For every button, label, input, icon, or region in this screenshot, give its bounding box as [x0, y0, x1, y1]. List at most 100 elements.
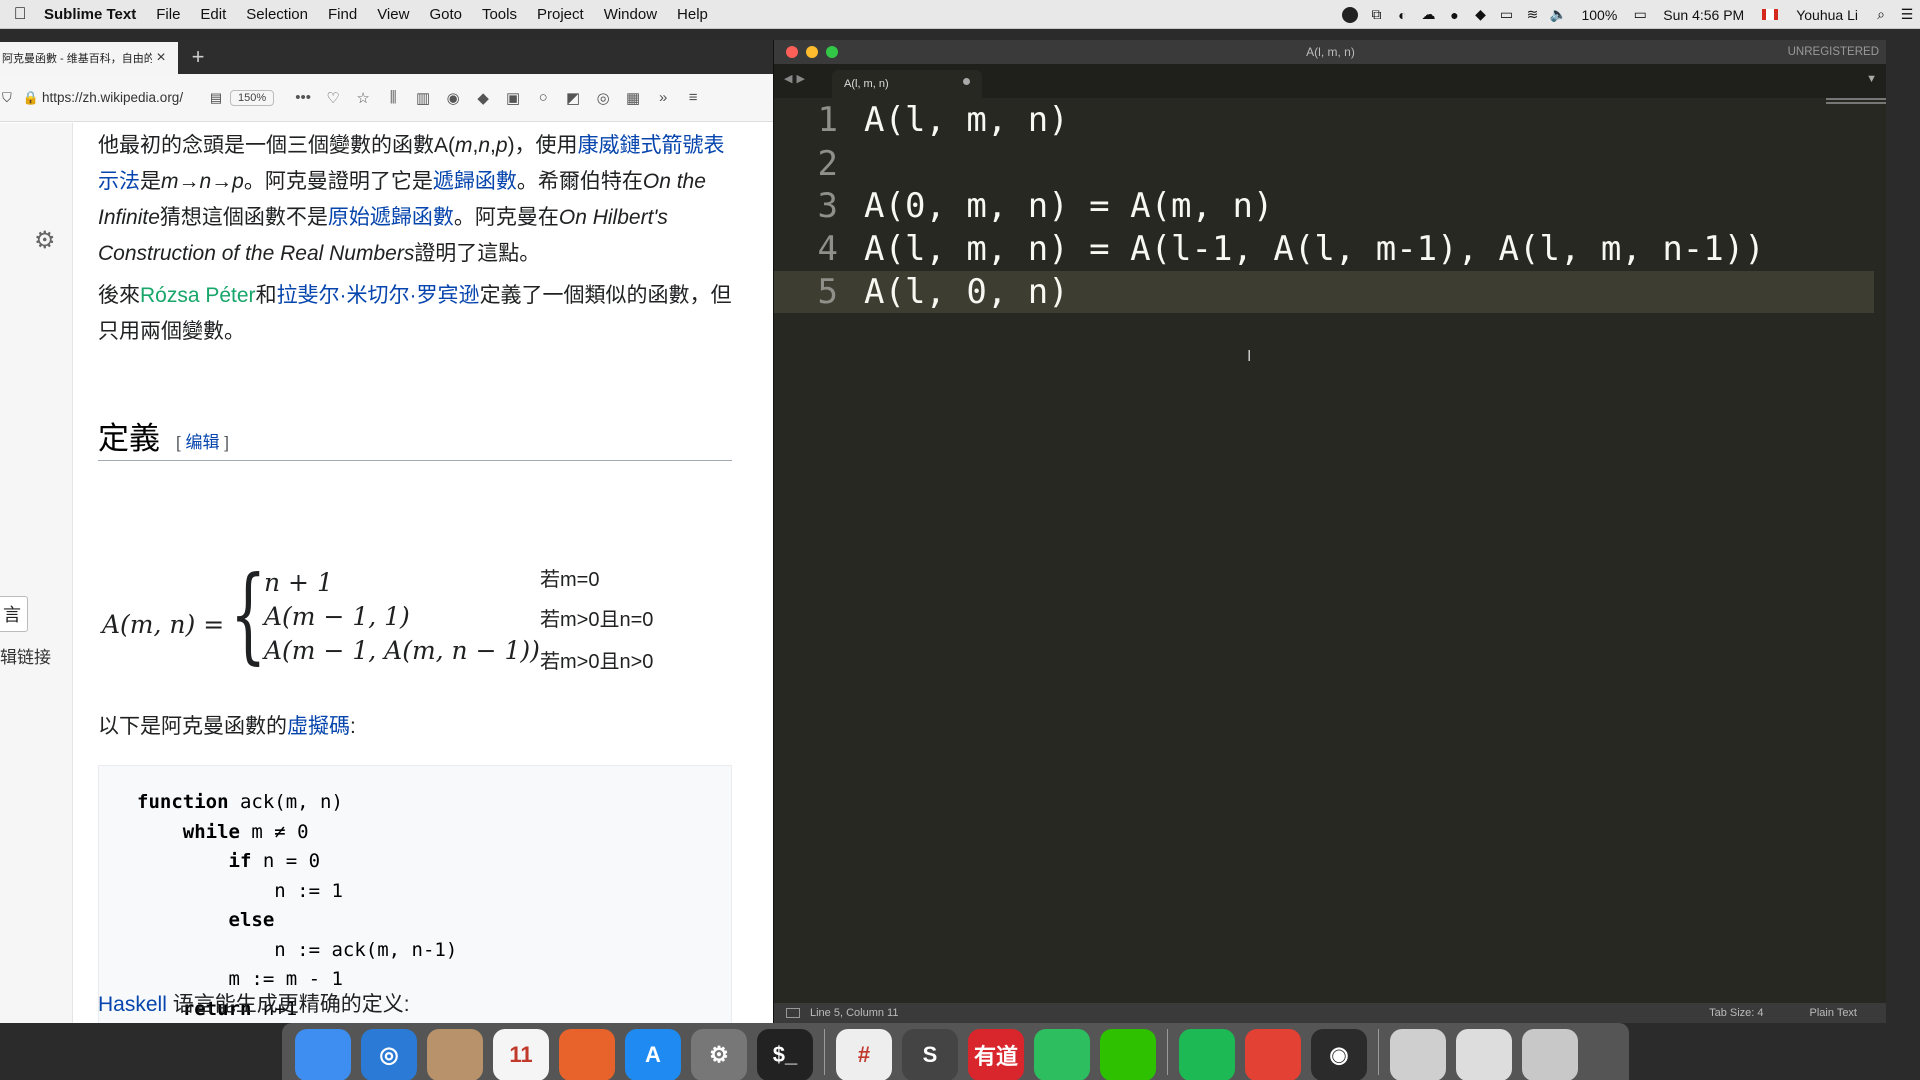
lock-icon[interactable]: 🔒 [20, 90, 42, 106]
new-tab-icon[interactable]: + [186, 44, 210, 70]
cloud-status-icon[interactable]: ☁ [1415, 0, 1441, 29]
library-icon[interactable]: ⫼ [378, 89, 408, 106]
link-haskell[interactable]: Haskell [98, 993, 167, 1016]
battery-percent[interactable]: 100% [1571, 7, 1627, 23]
apple-menu-icon[interactable]:  [0, 4, 40, 24]
search-window-icon[interactable]: ⧉ [1363, 0, 1389, 29]
slack-icon[interactable]: # [836, 1029, 892, 1080]
dock: ◎ 11 A ⚙ $_ # S 有道 ◉ [282, 1023, 1629, 1080]
syntax-selector[interactable]: Plain Text [1810, 1007, 1858, 1019]
tab-nav-arrows-icon[interactable]: ◀▶ [784, 72, 809, 85]
youdao-icon[interactable]: 有道 [968, 1029, 1024, 1080]
gear-icon[interactable]: ⚙ [34, 226, 56, 255]
evernote-icon[interactable] [1034, 1029, 1090, 1080]
obs-icon[interactable]: ◉ [1311, 1029, 1367, 1080]
tab-size-selector[interactable]: Tab Size: 4 [1709, 1007, 1763, 1019]
section-title: 定義 [98, 421, 160, 457]
link-rozsa-peter[interactable]: Rózsa Péter [140, 284, 256, 307]
edit-links-link[interactable]: 辑链接 [0, 643, 51, 668]
battery-icon[interactable]: ▭ [1627, 0, 1653, 29]
finder-window-icon[interactable] [1456, 1029, 1512, 1080]
extension-icon-6[interactable]: ▦ [618, 89, 648, 107]
vpn-status-icon[interactable]: ◆ [1467, 0, 1493, 29]
extension-icon-3[interactable]: ○ [528, 89, 558, 106]
edit-section-link[interactable]: 编辑 [185, 433, 219, 452]
notification-center-icon[interactable]: ☰ [1894, 0, 1920, 29]
wifi-icon[interactable]: ≋ [1519, 0, 1545, 29]
spotlight-search-icon[interactable]: ⌕ [1868, 0, 1894, 29]
clock[interactable]: Sun 4:56 PM [1653, 7, 1754, 23]
spotify-icon[interactable] [1179, 1029, 1235, 1080]
text-span: 證明了這點。 [414, 242, 541, 265]
volume-icon[interactable]: 🔈 [1545, 0, 1571, 29]
code-line[interactable]: A(l, m, n) [864, 100, 1069, 140]
extension-icon-2[interactable]: ▣ [498, 89, 528, 107]
tab-dropdown-icon[interactable]: ▼ [1866, 73, 1877, 85]
preview-icon[interactable] [1390, 1029, 1446, 1080]
airplay-icon[interactable]: ▭ [1493, 0, 1519, 29]
menu-view[interactable]: View [367, 6, 419, 23]
menu-tools[interactable]: Tools [472, 6, 527, 23]
user-name[interactable]: Youhua Li [1786, 7, 1868, 23]
link-pseudocode[interactable]: 虛擬碼 [287, 715, 350, 738]
status-app-icon[interactable] [1337, 0, 1363, 29]
finder-icon[interactable] [295, 1029, 351, 1080]
code-line[interactable]: A(0, m, n) = A(m, n) [864, 186, 1273, 226]
menu-edit[interactable]: Edit [190, 6, 236, 23]
unsaved-dot-icon[interactable] [963, 78, 970, 85]
sidebar-toggle-icon[interactable]: ▥ [408, 89, 438, 107]
link-recursive-function[interactable]: 遞歸函數 [433, 170, 517, 193]
language-button[interactable]: 言 [0, 596, 28, 632]
reader-view-icon[interactable]: ▤ [202, 90, 230, 106]
text-span: )，使用 [507, 134, 578, 157]
menu-project[interactable]: Project [527, 6, 594, 23]
wechat-icon[interactable] [1100, 1029, 1156, 1080]
overflow-chevron-icon[interactable]: » [648, 89, 678, 106]
chrome-icon[interactable] [1245, 1029, 1301, 1080]
unregistered-label: UNREGISTERED [1787, 46, 1879, 58]
app-menu[interactable]: Sublime Text [40, 6, 146, 23]
panel-toggle-icon[interactable] [786, 1008, 800, 1018]
extension-icon-1[interactable]: ◆ [468, 89, 498, 107]
system-preferences-icon[interactable]: ⚙ [691, 1029, 747, 1080]
menu-goto[interactable]: Goto [419, 6, 472, 23]
contacts-icon[interactable] [427, 1029, 483, 1080]
menu-find[interactable]: Find [318, 6, 367, 23]
italic-span: m→n→p [161, 170, 244, 193]
terminal-icon[interactable]: $_ [757, 1029, 813, 1080]
menu-help[interactable]: Help [667, 6, 718, 23]
calendar-icon[interactable]: 11 [493, 1029, 549, 1080]
code-line[interactable]: A(l, 0, n) [864, 272, 1069, 312]
browser-tab[interactable]: 阿克曼函數 - 维基百科，自由的百科全书 × [0, 42, 178, 74]
color-status-icon[interactable]: ● [1441, 0, 1467, 29]
minimap[interactable] [1826, 98, 1886, 106]
extension-icon-4[interactable]: ◩ [558, 89, 588, 107]
trash-icon[interactable] [1522, 1029, 1578, 1080]
firefox-icon[interactable] [559, 1029, 615, 1080]
extension-icon-5[interactable]: ◎ [588, 89, 618, 107]
menu-file[interactable]: File [146, 6, 190, 23]
dock-separator [1378, 1029, 1379, 1075]
pocket-icon[interactable]: ♡ [318, 89, 348, 107]
wechat-status-icon[interactable]: ◐ [1389, 0, 1415, 29]
hamburger-menu-icon[interactable]: ≡ [678, 89, 708, 106]
close-tab-icon[interactable]: × [152, 49, 170, 67]
zoom-level[interactable]: 150% [230, 89, 275, 106]
link-primitive-recursive-function[interactable]: 原始遞歸函數 [328, 206, 454, 229]
sublime-text-icon[interactable]: S [902, 1029, 958, 1080]
code-line[interactable]: A(l, m, n) = A(l-1, A(l, m-1), A(l, m, n… [864, 229, 1765, 269]
app-store-icon[interactable]: A [625, 1029, 681, 1080]
link-raphael-robinson[interactable]: 拉斐尔·米切尔·罗宾逊 [277, 284, 480, 307]
tracking-shield-icon[interactable]: ⛉ [2, 90, 20, 106]
menu-window[interactable]: Window [594, 6, 667, 23]
safari-icon[interactable]: ◎ [361, 1029, 417, 1080]
sublime-tab[interactable]: A(l, m, n) [832, 70, 982, 98]
account-icon[interactable]: ◉ [438, 89, 468, 107]
url-bar[interactable]: https://zh.wikipedia.org/ [42, 90, 202, 105]
input-source-flag-icon[interactable] [1762, 9, 1779, 20]
editor-area[interactable]: 1 A(l, m, n) 2 3 A(0, m, n) = A(m, n) 4 … [774, 98, 1886, 983]
page-actions-icon[interactable]: ••• [288, 89, 318, 106]
formula-brace: { [230, 553, 267, 675]
menu-selection[interactable]: Selection [236, 6, 318, 23]
bookmark-star-icon[interactable]: ☆ [348, 89, 378, 107]
